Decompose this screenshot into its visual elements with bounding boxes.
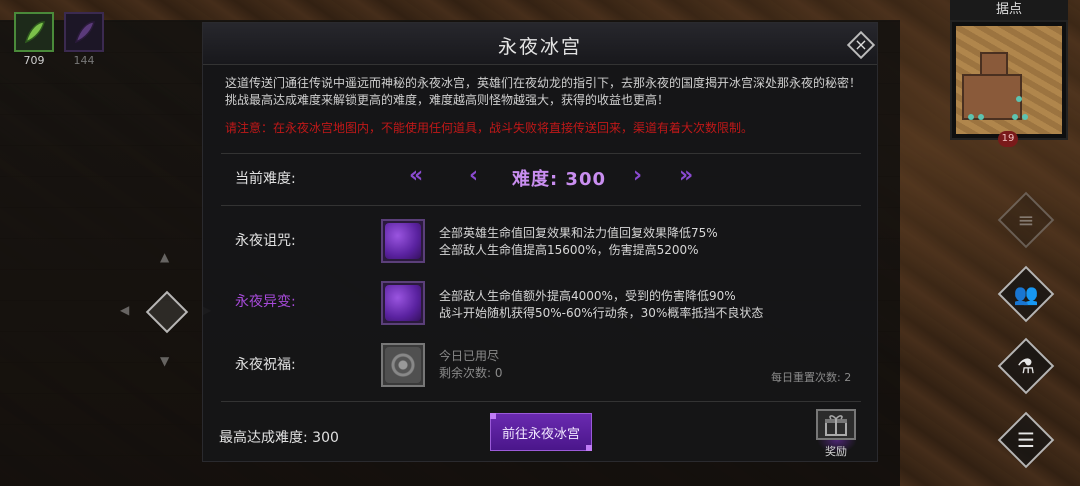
difficulty-next-button[interactable]: › bbox=[633, 163, 642, 193]
dialog-header: 永夜冰宫 × bbox=[203, 23, 877, 65]
green-feather-icon bbox=[24, 21, 45, 44]
difficulty-fast-next-button[interactable]: » bbox=[679, 163, 693, 193]
difficulty-label: 当前难度: bbox=[235, 171, 296, 187]
minimap-marker bbox=[978, 114, 984, 120]
minimap-marker bbox=[968, 114, 974, 120]
minimap-level-badge: 19 bbox=[998, 131, 1018, 147]
divider bbox=[221, 205, 861, 206]
difficulty-prev-button[interactable]: ‹ bbox=[469, 163, 478, 193]
dpad-down-arrow-icon[interactable]: ▼ bbox=[160, 354, 169, 368]
daily-reset-count: 每日重置次数: 2 bbox=[771, 371, 852, 384]
enter-ice-palace-button[interactable]: 前往永夜冰宫 bbox=[490, 413, 592, 451]
blessing-label: 永夜祝福: bbox=[235, 357, 296, 373]
blessing-swirl-icon[interactable] bbox=[381, 343, 425, 387]
curse-label: 永夜诅咒: bbox=[235, 233, 296, 249]
menu-button[interactable]: ☰ bbox=[997, 411, 1055, 469]
movement-dpad[interactable]: ▲ ◀ ▶ ▼ bbox=[120, 250, 215, 370]
mutation-line: 战斗开始随机获得50%-60%行动条，30%概率抵挡不良状态 bbox=[439, 306, 764, 320]
curse-line: 全部英雄生命值回复效果和法力值回复效果降低75% bbox=[439, 226, 718, 240]
potion-icon: ⚗ bbox=[1017, 354, 1035, 378]
reward-label: 奖励 bbox=[825, 445, 847, 458]
dpad-center-diamond-icon[interactable] bbox=[145, 290, 189, 334]
close-button[interactable]: × bbox=[846, 30, 876, 60]
party-button[interactable]: 👥 bbox=[997, 265, 1055, 323]
item-count: 709 bbox=[23, 54, 45, 67]
curse-moon-icon[interactable] bbox=[381, 219, 425, 263]
difficulty-value: 难度: 300 bbox=[511, 169, 607, 190]
scroll-icon: ≡ bbox=[1017, 208, 1035, 232]
minimap-marker bbox=[1022, 114, 1028, 120]
potion-button[interactable]: ⚗ bbox=[997, 337, 1055, 395]
divider bbox=[221, 153, 861, 154]
eternal-night-ice-palace-dialog: 永夜冰宫 × 这道传送门通往传说中遥远而神秘的永夜冰宫，英雄们在夜幼龙的指引下，… bbox=[202, 22, 878, 462]
close-icon: × bbox=[854, 35, 868, 54]
purple-feather-icon bbox=[74, 21, 95, 44]
blessing-line: 今日已用尽 bbox=[439, 349, 500, 363]
party-icon: 👥 bbox=[1013, 282, 1039, 306]
item-slot-green-feather[interactable] bbox=[14, 12, 54, 52]
difficulty-fast-prev-button[interactable]: « bbox=[409, 163, 423, 193]
dialog-title: 永夜冰宫 bbox=[497, 36, 582, 58]
reward-button[interactable]: 奖励 bbox=[813, 409, 859, 459]
item-count: 144 bbox=[73, 54, 95, 67]
menu-list-icon: ☰ bbox=[1017, 428, 1035, 452]
curse-line: 全部敌人生命值提高15600%，伤害提高5200% bbox=[439, 243, 699, 257]
mutation-line: 全部敌人生命值额外提高4000%，受到的伤害降低90% bbox=[439, 289, 736, 303]
best-difficulty-text: 最高达成难度: 300 bbox=[219, 430, 339, 446]
minimap-marker bbox=[1016, 96, 1022, 102]
mutation-effect-text: 全部敌人生命值额外提高4000%，受到的伤害降低90% 战斗开始随机获得50%-… bbox=[439, 288, 859, 322]
mutation-label: 永夜异变: bbox=[235, 294, 296, 310]
dialog-description: 这道传送门通往传说中遥远而神秘的永夜冰宫，英雄们在夜幼龙的指引下，去那永夜的国度… bbox=[225, 76, 862, 107]
minimap[interactable] bbox=[950, 20, 1068, 140]
quest-scroll-button[interactable]: ≡ bbox=[997, 191, 1055, 249]
dpad-left-arrow-icon[interactable]: ◀ bbox=[120, 303, 129, 317]
item-slot-purple-feather[interactable] bbox=[64, 12, 104, 52]
minimap-title: 据点 bbox=[950, 0, 1068, 20]
dpad-up-arrow-icon[interactable]: ▲ bbox=[160, 250, 169, 264]
divider bbox=[221, 401, 861, 402]
enter-button-label: 前往永夜冰宫 bbox=[501, 426, 580, 442]
minimap-marker bbox=[1012, 114, 1018, 120]
dialog-warning: 请注意：在永夜冰宫地图内，不能使用任何道具，战斗失败将直接传送回来，渠道有着大次… bbox=[225, 121, 754, 135]
mutation-moon-icon[interactable] bbox=[381, 281, 425, 325]
curse-effect-text: 全部英雄生命值回复效果和法力值回复效果降低75% 全部敌人生命值提高15600%… bbox=[439, 225, 859, 259]
gift-box-icon bbox=[816, 409, 856, 440]
